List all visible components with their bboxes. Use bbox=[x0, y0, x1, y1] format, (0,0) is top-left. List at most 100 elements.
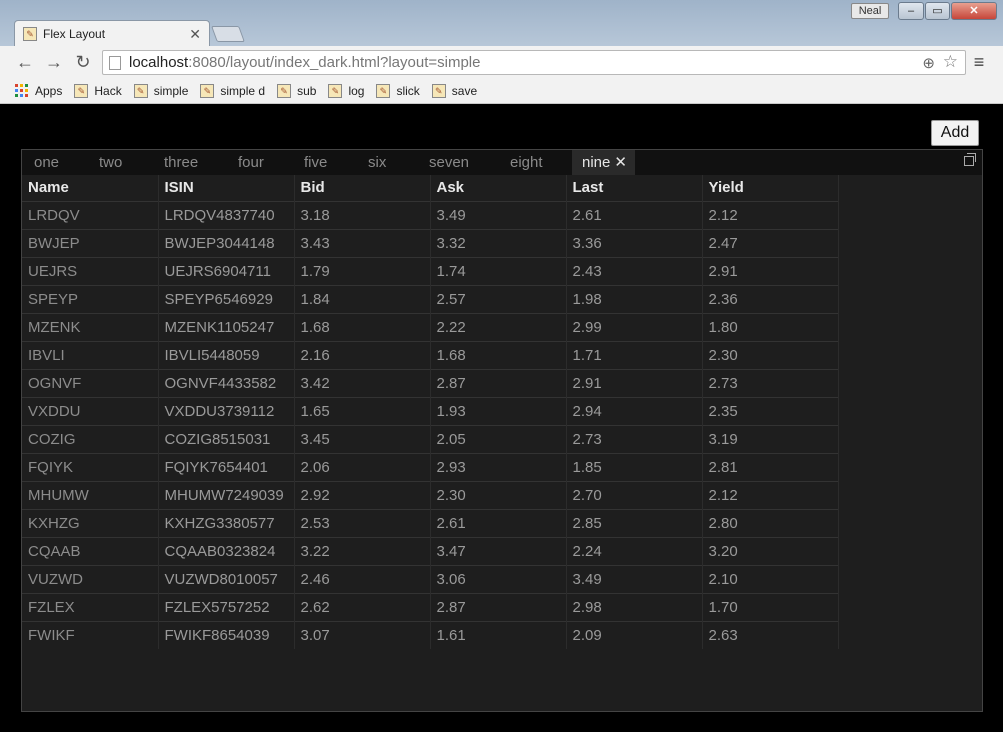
tab-seven[interactable]: seven bbox=[417, 150, 481, 175]
table-cell: 3.19 bbox=[702, 424, 839, 453]
tab-nine[interactable]: nine ✕ bbox=[572, 150, 635, 175]
table-row[interactable]: KXHZG KXHZG3380577 2.53 2.61 2.85 2.80 bbox=[22, 508, 839, 537]
column-header[interactable]: Name bbox=[22, 175, 159, 201]
bookmark-sub[interactable]: ✎ sub bbox=[277, 83, 316, 98]
table-cell: 2.05 bbox=[430, 424, 567, 453]
bookmark-apps[interactable]: Apps bbox=[15, 84, 62, 98]
table-cell: 2.73 bbox=[566, 424, 703, 453]
table-cell: FQIYK7654401 bbox=[158, 452, 295, 481]
maximize-panel-icon[interactable] bbox=[964, 153, 976, 166]
table-cell: 2.57 bbox=[430, 284, 567, 313]
table-row[interactable]: FWIKF FWIKF8654039 3.07 1.61 2.09 2.63 bbox=[22, 620, 839, 649]
table-row[interactable]: CQAAB CQAAB0323824 3.22 3.47 2.24 3.20 bbox=[22, 536, 839, 565]
add-button[interactable]: Add bbox=[931, 120, 979, 146]
table-cell: 2.06 bbox=[294, 452, 431, 481]
column-header[interactable]: Last bbox=[566, 175, 703, 201]
table-row[interactable]: MZENK MZENK1105247 1.68 2.22 2.99 1.80 bbox=[22, 312, 839, 341]
column-header[interactable]: Bid bbox=[294, 175, 431, 201]
back-arrow-icon[interactable]: ← bbox=[14, 51, 36, 73]
table-cell: FWIKF8654039 bbox=[158, 620, 295, 649]
table-row[interactable]: MHUMW MHUMW7249039 2.92 2.30 2.70 2.12 bbox=[22, 480, 839, 509]
bookmarks-bar: Apps ✎ Hack ✎ simple ✎ simple d ✎ sub ✎ log ✎… bbox=[0, 78, 1003, 104]
reload-icon[interactable]: ↻ bbox=[72, 51, 94, 73]
tab-eight[interactable]: eight bbox=[498, 150, 555, 175]
tab-close-icon[interactable]: ✕ bbox=[614, 154, 627, 171]
table-row[interactable]: FQIYK FQIYK7654401 2.06 2.93 1.85 2.81 bbox=[22, 452, 839, 481]
table-cell: IBVLI5448059 bbox=[158, 340, 295, 369]
table-row[interactable]: VXDDU VXDDU3739112 1.65 1.93 2.94 2.35 bbox=[22, 396, 839, 425]
column-header[interactable]: Ask bbox=[430, 175, 567, 201]
bookmark-log[interactable]: ✎ log bbox=[328, 83, 364, 98]
url-path: :8080/layout/index_dark.html?layout=simp… bbox=[188, 54, 481, 71]
zoom-icon[interactable]: ⊕ bbox=[922, 54, 935, 72]
table-row[interactable]: SPEYP SPEYP6546929 1.84 2.57 1.98 2.36 bbox=[22, 284, 839, 313]
bond-table: Name ISIN Bid Ask Last Yield LRDQV LRDQV4… bbox=[22, 175, 839, 649]
tab-three[interactable]: three bbox=[152, 150, 210, 175]
table-cell: COZIG bbox=[22, 424, 159, 453]
bookmark-slick[interactable]: ✎ slick bbox=[376, 83, 420, 98]
bookmark-page-icon: ✎ bbox=[200, 83, 215, 98]
table-cell: FZLEX bbox=[22, 592, 159, 621]
table-cell: 2.94 bbox=[566, 396, 703, 425]
apps-grid-icon bbox=[15, 84, 28, 97]
forward-arrow-icon[interactable]: → bbox=[43, 51, 65, 73]
table-cell: 3.47 bbox=[430, 536, 567, 565]
tab-one[interactable]: one bbox=[22, 150, 71, 175]
browser-tab[interactable]: ✎ Flex Layout ✕ bbox=[14, 20, 210, 47]
table-cell: 1.68 bbox=[430, 340, 567, 369]
table-cell: 3.07 bbox=[294, 620, 431, 649]
table-cell: FQIYK bbox=[22, 452, 159, 481]
table-row[interactable]: FZLEX FZLEX5757252 2.62 2.87 2.98 1.70 bbox=[22, 592, 839, 621]
bookmark-simple-d[interactable]: ✎ simple d bbox=[200, 83, 265, 98]
bookmark-hack[interactable]: ✎ Hack bbox=[74, 83, 122, 98]
table-cell: FZLEX5757252 bbox=[158, 592, 295, 621]
column-header[interactable]: ISIN bbox=[158, 175, 295, 201]
table-cell: UEJRS6904711 bbox=[158, 256, 295, 285]
table-cell: 2.61 bbox=[566, 200, 703, 229]
table-cell: SPEYP bbox=[22, 284, 159, 313]
table-cell: 3.49 bbox=[566, 564, 703, 593]
table-row[interactable]: BWJEP BWJEP3044148 3.43 3.32 3.36 2.47 bbox=[22, 228, 839, 257]
tab-close-icon[interactable]: ✕ bbox=[189, 26, 201, 43]
chrome-menu-icon[interactable]: ≡ bbox=[971, 52, 987, 72]
table-cell: UEJRS bbox=[22, 256, 159, 285]
table-cell: 2.91 bbox=[566, 368, 703, 397]
table-cell: 1.71 bbox=[566, 340, 703, 369]
table-cell: 2.92 bbox=[294, 480, 431, 509]
browser-window: ✎ Flex Layout ✕ Neal – ▭ ✕ ← → ↻ localho… bbox=[0, 0, 1003, 732]
table-row[interactable]: OGNVF OGNVF4433582 3.42 2.87 2.91 2.73 bbox=[22, 368, 839, 397]
bookmark-save[interactable]: ✎ save bbox=[431, 83, 477, 98]
table-cell: OGNVF4433582 bbox=[158, 368, 295, 397]
page-content: Add one two three four five six seven ei… bbox=[8, 105, 995, 724]
table-cell: OGNVF bbox=[22, 368, 159, 397]
table-cell: 2.81 bbox=[702, 452, 839, 481]
table-cell: 2.47 bbox=[702, 228, 839, 257]
profile-badge[interactable]: Neal bbox=[851, 3, 889, 19]
new-tab-button[interactable] bbox=[211, 26, 245, 42]
table-cell: 1.85 bbox=[566, 452, 703, 481]
bookmark-page-icon: ✎ bbox=[74, 83, 89, 98]
table-row[interactable]: COZIG COZIG8515031 3.45 2.05 2.73 3.19 bbox=[22, 424, 839, 453]
table-cell: 2.87 bbox=[430, 592, 567, 621]
table-row[interactable]: IBVLI IBVLI5448059 2.16 1.68 1.71 2.30 bbox=[22, 340, 839, 369]
tab-title: Flex Layout bbox=[43, 27, 106, 41]
maximize-button[interactable]: ▭ bbox=[925, 2, 950, 20]
table-cell: 1.74 bbox=[430, 256, 567, 285]
address-bar[interactable]: localhost:8080/layout/index_dark.html?la… bbox=[102, 50, 966, 75]
table-cell: 1.61 bbox=[430, 620, 567, 649]
tab-two[interactable]: two bbox=[87, 150, 134, 175]
table-row[interactable]: UEJRS UEJRS6904711 1.79 1.74 2.43 2.91 bbox=[22, 256, 839, 285]
minimize-button[interactable]: – bbox=[898, 2, 924, 20]
column-header[interactable]: Yield bbox=[702, 175, 839, 201]
tab-four[interactable]: four bbox=[226, 150, 276, 175]
tab-five[interactable]: five bbox=[292, 150, 339, 175]
tab-six[interactable]: six bbox=[356, 150, 398, 175]
close-window-button[interactable]: ✕ bbox=[951, 2, 997, 20]
table-row[interactable]: LRDQV LRDQV4837740 3.18 3.49 2.61 2.12 bbox=[22, 200, 839, 229]
bookmark-star-icon[interactable]: ☆ bbox=[943, 52, 958, 72]
bookmark-simple[interactable]: ✎ simple bbox=[133, 83, 188, 98]
table-cell: VUZWD bbox=[22, 564, 159, 593]
tab-label: seven bbox=[429, 154, 470, 171]
table-row[interactable]: VUZWD VUZWD8010057 2.46 3.06 3.49 2.10 bbox=[22, 564, 839, 593]
table-cell: 2.46 bbox=[294, 564, 431, 593]
